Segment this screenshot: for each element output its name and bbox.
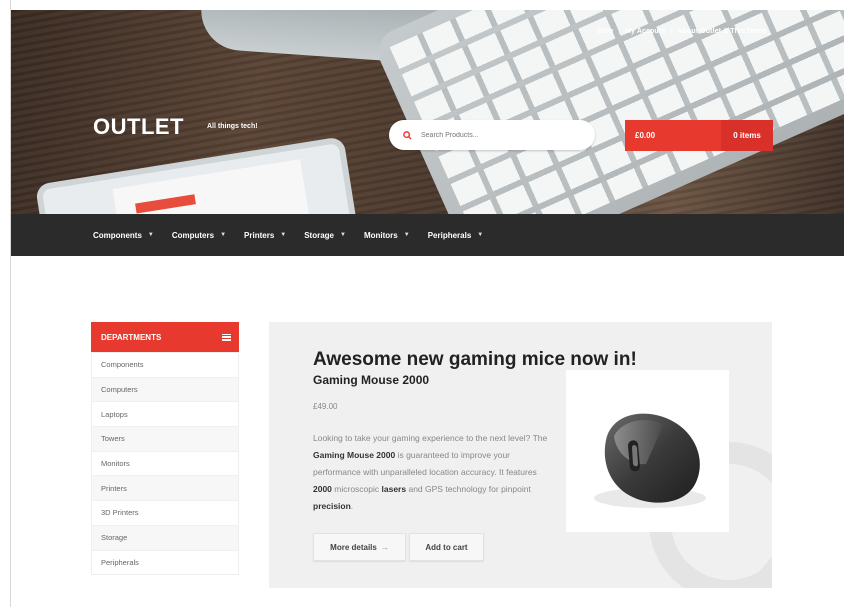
nav-label: Components [93, 230, 142, 240]
menu-icon[interactable] [222, 333, 231, 341]
product-image[interactable] [566, 370, 729, 532]
cart-widget[interactable]: £0.00 0 items [625, 120, 773, 151]
chevron-down-icon: ▼ [477, 232, 484, 238]
arrow-right-icon: → [380, 542, 389, 552]
chevron-down-icon: ▼ [280, 232, 287, 238]
nav-item-computers[interactable]: Computers ▼ [172, 231, 226, 240]
hero-banner: Blog | My Account | About Outlet & This Demo… [11, 10, 844, 214]
nav-label: Computers [171, 230, 215, 240]
mouse-image [594, 413, 706, 508]
nav-item-monitors[interactable]: Monitors ▼ [364, 231, 410, 240]
top-link-my-account[interactable]: My Account [625, 28, 665, 35]
department-item-computers[interactable]: Computers [92, 376, 238, 402]
top-link-about[interactable]: About Outlet & This Demo [677, 28, 767, 35]
department-item-3d-printers[interactable]: 3D Printers [92, 500, 238, 525]
nav-label: Peripherals [427, 230, 472, 240]
product-price: £49.00 [313, 402, 338, 411]
top-link-blog[interactable]: Blog [597, 28, 613, 35]
department-item-printers[interactable]: Printers [92, 475, 238, 501]
department-item-monitors[interactable]: Monitors [92, 450, 238, 476]
nav-item-components[interactable]: Components ▼ [93, 231, 154, 240]
department-item-laptops[interactable]: Laptops [92, 401, 238, 426]
search-icon[interactable] [403, 130, 413, 140]
departments-menu: DEPARTMENTS Components Computers Laptops… [91, 322, 239, 576]
nav-item-peripherals[interactable]: Peripherals ▼ [428, 231, 484, 240]
nav-label: Printers [244, 230, 275, 240]
product-description: Looking to take your gaming experience t… [313, 433, 548, 511]
page-frame: Blog | My Account | About Outlet & This Demo… [10, 0, 844, 607]
chevron-down-icon: ▼ [403, 232, 410, 238]
site-logo[interactable]: OUTLET [93, 114, 184, 140]
search-input[interactable] [419, 130, 573, 140]
chevron-down-icon: ▼ [340, 232, 346, 238]
department-item-storage[interactable]: Storage [92, 524, 238, 550]
departments-header[interactable]: DEPARTMENTS [91, 322, 239, 352]
search-box[interactable] [389, 120, 595, 150]
chevron-down-icon: ▼ [147, 232, 154, 238]
feature-headline: Awesome new gaming mice now in! [313, 349, 637, 370]
featured-product: Awesome new gaming mice now in! Gaming M… [269, 322, 772, 588]
department-item-components[interactable]: Components [92, 352, 238, 377]
site-tagline: All things tech! [207, 123, 258, 130]
departments-title: DEPARTMENTS [101, 332, 162, 342]
more-details-button[interactable]: More details → [313, 533, 406, 561]
chevron-down-icon: ▼ [220, 232, 227, 238]
cart-item-count[interactable]: 0 items [721, 120, 773, 151]
main-nav: Components ▼ Computers ▼ Printers ▼ Storage… [11, 214, 844, 256]
nav-label: Monitors [363, 230, 398, 240]
top-links: Blog | My Account | About Outlet & This Demo [597, 28, 767, 35]
cart-total[interactable]: £0.00 [625, 120, 721, 151]
nav-item-printers[interactable]: Printers ▼ [244, 231, 286, 240]
department-item-peripherals[interactable]: Peripherals [92, 549, 238, 575]
nav-item-storage[interactable]: Storage ▼ [304, 231, 346, 240]
department-item-towers[interactable]: Towers [92, 426, 238, 451]
product-name[interactable]: Gaming Mouse 2000 [313, 373, 429, 387]
add-to-cart-button[interactable]: Add to cart [409, 533, 484, 561]
nav-label: Storage [304, 230, 335, 240]
